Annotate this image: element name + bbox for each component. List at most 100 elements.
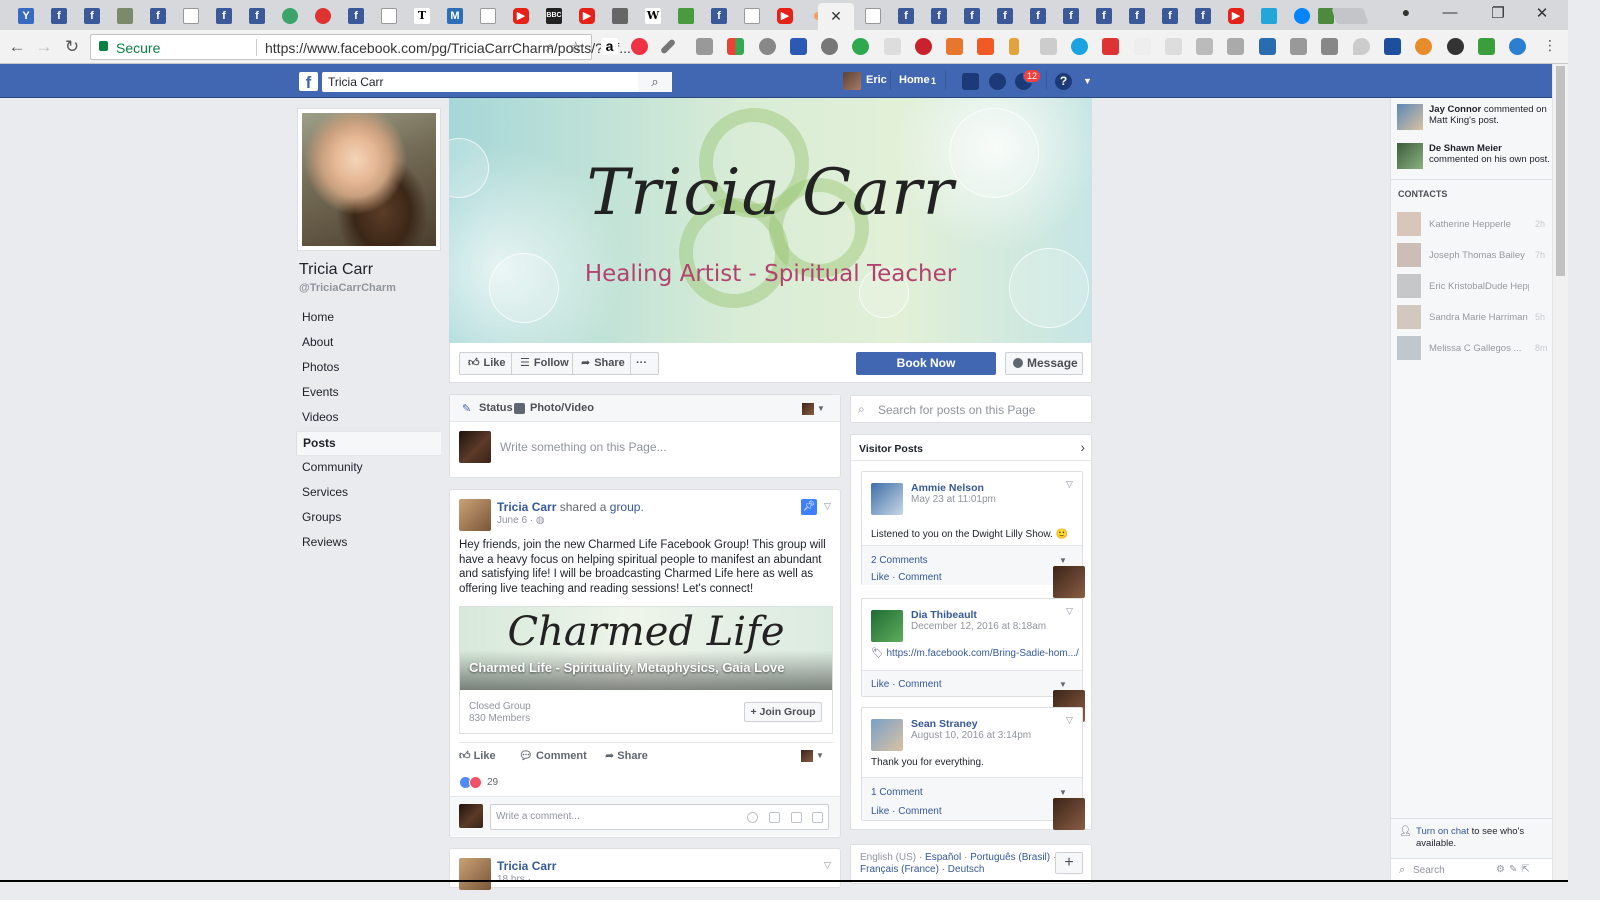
badge-ext-icon[interactable] <box>884 38 901 55</box>
tab-document[interactable] <box>736 3 766 30</box>
contact-item[interactable]: Sandra Marie Harriman 5h <box>1397 305 1547 329</box>
like-button[interactable]: 👍︎ Like <box>459 749 496 762</box>
visitor-date[interactable]: August 10, 2016 at 3:14pm <box>911 730 1031 741</box>
home-link[interactable]: Home <box>899 74 930 86</box>
google-ext-icon[interactable] <box>727 38 744 55</box>
tab-photo-video[interactable]: Photo/Video <box>530 402 594 414</box>
contact-item[interactable]: Katherine Hepperle 2h <box>1397 212 1547 236</box>
chevron-down-icon[interactable]: ▽ <box>1066 479 1073 490</box>
tab-facebook[interactable]: f <box>1121 3 1151 30</box>
screenshot-icon[interactable] <box>946 38 963 55</box>
back-arrow-icon[interactable]: ← <box>7 37 27 57</box>
avatar[interactable] <box>871 719 903 751</box>
tab-yammer[interactable]: Y <box>10 3 40 30</box>
nav-reviews[interactable]: Reviews <box>296 531 441 556</box>
tab-facebook[interactable]: f <box>1088 3 1118 30</box>
ticker-item[interactable]: De Shawn Meier commented on his own post… <box>1397 143 1549 173</box>
nav-posts[interactable]: Posts <box>296 431 441 456</box>
bw-ext-icon[interactable] <box>1478 38 1495 55</box>
chevron-down-icon[interactable]: ▽ <box>824 501 831 512</box>
page-posts-search[interactable]: ⌕ Search for posts on this Page <box>850 395 1092 423</box>
moon-ext-icon[interactable] <box>1509 38 1526 55</box>
tab-facebook[interactable]: f <box>340 3 370 30</box>
tab-facebook[interactable]: f <box>956 3 986 30</box>
tab-facebook[interactable]: f <box>208 3 238 30</box>
chevron-down-icon[interactable]: ▽ <box>1066 715 1073 726</box>
tab-facebook[interactable]: f <box>1187 3 1217 30</box>
tab-facebook[interactable]: f <box>1154 3 1184 30</box>
comment-count-link[interactable]: 1 Comment <box>871 787 923 798</box>
tab-wikipedia[interactable]: W <box>637 3 667 30</box>
chevron-down-icon[interactable]: ▽ <box>1066 606 1073 617</box>
chevron-down-icon[interactable]: ▼ <box>1083 76 1092 86</box>
like-link[interactable]: Like <box>871 679 889 690</box>
nav-photos[interactable]: Photos <box>296 356 441 381</box>
tab-document[interactable] <box>857 3 887 30</box>
user-avatar[interactable] <box>843 72 861 90</box>
nav-about[interactable]: About <box>296 331 441 356</box>
page-title[interactable]: Tricia Carr <box>299 261 373 279</box>
address-bar[interactable]: Secure https://www.facebook.com/pg/Trici… <box>90 34 631 60</box>
contact-item[interactable]: Eric KristobalDude Hepperle <box>1397 274 1547 298</box>
tab-facebook[interactable]: f <box>923 3 953 30</box>
broadcast-icon[interactable] <box>759 38 776 55</box>
close-window-button[interactable]: ✕ <box>1532 4 1552 22</box>
language-link[interactable]: Français (France) <box>860 864 939 875</box>
post-author-link[interactable]: Tricia Carr <box>497 859 556 873</box>
tab-facebook[interactable]: f <box>703 3 733 30</box>
tab-facebook[interactable]: f <box>43 3 73 30</box>
facebook-search-box[interactable] <box>322 72 672 92</box>
group-title[interactable]: Charmed Life - Spirituality, Metaphysics… <box>469 660 784 675</box>
language-link[interactable]: Español <box>925 852 961 863</box>
like-link[interactable]: Like <box>871 572 889 583</box>
panel-ext-icon[interactable] <box>1227 38 1244 55</box>
sticker-icon[interactable] <box>812 812 823 823</box>
help-icon[interactable]: ? <box>1055 73 1072 90</box>
comment-link[interactable]: Comment <box>898 679 941 690</box>
grid-ext-icon[interactable] <box>1040 38 1057 55</box>
group-attachment[interactable]: Charmed Life Charmed Life - Spirituality… <box>459 606 833 734</box>
avatar[interactable] <box>459 858 491 890</box>
group-link[interactable]: group <box>610 500 641 514</box>
menu-icon[interactable]: ⋮ <box>1540 37 1560 54</box>
new-tab-button[interactable] <box>1331 8 1369 24</box>
star-icon[interactable]: ☆ <box>569 38 582 56</box>
post-timestamp[interactable]: June 6 · ◍ <box>497 515 545 526</box>
tab-facebook[interactable]: f <box>1022 3 1052 30</box>
camera-icon[interactable] <box>769 812 780 823</box>
mail-ext-icon[interactable] <box>1102 38 1119 55</box>
amazon-icon[interactable]: a <box>601 38 618 55</box>
tab-document[interactable] <box>472 3 502 30</box>
book-now-button[interactable]: Book Now <box>856 352 996 375</box>
page-handle[interactable]: @TriciaCarrCharm <box>299 282 396 294</box>
like-link[interactable]: Like <box>871 806 889 817</box>
gif-icon[interactable] <box>791 812 802 823</box>
tab-nytimes[interactable]: T <box>406 3 436 30</box>
flower-ext-icon[interactable] <box>1415 38 1432 55</box>
bookmark-ext-icon[interactable] <box>1384 38 1401 55</box>
more-languages-button[interactable]: + <box>1055 852 1083 874</box>
nav-events[interactable]: Events <box>296 381 441 406</box>
magnet-icon[interactable] <box>631 38 648 55</box>
tab-facebook[interactable]: f <box>1055 3 1085 30</box>
chat-options-icons[interactable]: ⚙✎⇱ <box>1496 864 1534 875</box>
post-as-dropdown[interactable]: ▼ <box>1044 555 1085 598</box>
turn-on-chat-link[interactable]: Turn on chat <box>1416 826 1469 837</box>
post-author-link[interactable]: Tricia Carr <box>497 500 556 514</box>
nav-home[interactable]: Home <box>296 306 441 331</box>
close-tab-icon[interactable]: ✕ <box>828 8 844 24</box>
comment-link[interactable]: Comment <box>898 806 941 817</box>
messenger-icon[interactable] <box>989 73 1006 90</box>
avatar[interactable] <box>459 499 491 531</box>
visitor-link[interactable]: 🏷︎ https://m.facebook.com/Bring-Sadie-ho… <box>871 648 1079 659</box>
tab-current[interactable]: ✕ <box>818 3 854 30</box>
contact-item[interactable]: Joseph Thomas Bailey 7h <box>1397 243 1547 267</box>
visitor-date[interactable]: May 23 at 11:01pm <box>911 494 996 505</box>
scrollbar-thumb[interactable] <box>1556 66 1565 276</box>
scissors-ext-icon[interactable] <box>1165 38 1182 55</box>
profile-picture[interactable] <box>297 108 441 251</box>
emoji-icon[interactable] <box>747 812 758 823</box>
visitor-date[interactable]: December 12, 2016 at 8:18am <box>911 621 1046 632</box>
chat-search[interactable]: ⌕ Search ⚙✎⇱ <box>1391 858 1553 882</box>
restore-button[interactable]: ❐ <box>1488 4 1508 22</box>
